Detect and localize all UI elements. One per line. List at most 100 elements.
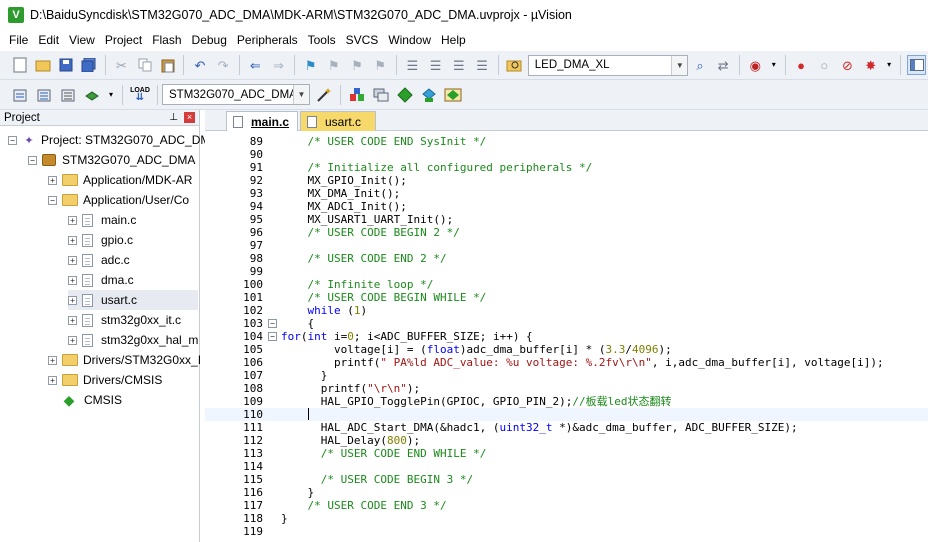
tree-file-main[interactable]: + main.c <box>68 210 136 230</box>
tab-main-c[interactable]: main.c <box>226 111 298 131</box>
tab-usart-c[interactable]: usart.c <box>300 111 376 131</box>
kill-breakpoints-icon[interactable]: ✸ <box>861 55 880 75</box>
debug-session-icon[interactable]: ◉ <box>746 55 765 75</box>
close-panel-icon[interactable]: × <box>184 112 195 123</box>
tree-cmsis-component[interactable]: ◆ CMSIS <box>62 390 122 410</box>
code-line[interactable]: 97 <box>205 239 928 252</box>
tree-project-root[interactable]: − ✦ Project: STM32G070_ADC_DM <box>8 130 210 150</box>
collapse-icon[interactable]: − <box>8 135 17 145</box>
code-line[interactable]: 94 MX_ADC1_Init(); <box>205 200 928 213</box>
code-line[interactable]: 116 } <box>205 486 928 499</box>
breakpoint-dropdown-icon[interactable]: ▾ <box>884 55 894 75</box>
chevron-down-icon[interactable]: ▼ <box>293 85 309 104</box>
code-line[interactable]: 109 HAL_GPIO_TogglePin(GPIOC, GPIO_PIN_2… <box>205 395 928 408</box>
build-icon[interactable] <box>34 85 54 105</box>
code-line[interactable]: 100 /* Infinite loop */ <box>205 278 928 291</box>
translate-icon[interactable] <box>10 85 30 105</box>
rebuild-icon[interactable] <box>58 85 78 105</box>
tree-file-usart[interactable]: + usart.c <box>68 290 198 310</box>
expand-icon[interactable]: + <box>68 295 77 305</box>
paste-icon[interactable] <box>158 55 177 75</box>
expand-icon[interactable]: + <box>68 215 77 225</box>
bookmark-icon[interactable]: ⚑ <box>301 55 320 75</box>
code-line[interactable]: 98 /* USER CODE END 2 */ <box>205 252 928 265</box>
pack-installer-icon[interactable] <box>419 85 439 105</box>
code-line[interactable]: 91 /* Initialize all configured peripher… <box>205 161 928 174</box>
disable-breakpoints-icon[interactable]: ⊘ <box>838 55 857 75</box>
code-line[interactable]: 114 <box>205 460 928 473</box>
code-line[interactable]: 93 MX_DMA_Init(); <box>205 187 928 200</box>
expand-icon[interactable]: + <box>68 235 77 245</box>
collapse-icon[interactable]: − <box>48 195 57 205</box>
navigate-forward-icon[interactable]: ⇒ <box>269 55 288 75</box>
insert-breakpoint-icon[interactable]: ● <box>792 55 811 75</box>
code-line[interactable]: 117 /* USER CODE END 3 */ <box>205 499 928 512</box>
replace-icon[interactable]: ⇄ <box>714 55 733 75</box>
code-line[interactable]: 111 HAL_ADC_Start_DMA(&hadc1, (uint32_t … <box>205 421 928 434</box>
tree-group-app-mdk[interactable]: + Application/MDK-AR <box>48 170 192 190</box>
code-line[interactable]: 118} <box>205 512 928 525</box>
target-options-wand-icon[interactable] <box>314 85 334 105</box>
expand-icon[interactable]: + <box>68 335 77 345</box>
expand-icon[interactable]: + <box>68 255 77 265</box>
save-icon[interactable] <box>56 55 75 75</box>
open-folder-icon[interactable] <box>33 55 52 75</box>
menu-svcs[interactable]: SVCS <box>341 30 384 51</box>
undo-icon[interactable]: ↶ <box>190 55 209 75</box>
batch-build-icon[interactable] <box>82 85 102 105</box>
tree-group-app-user[interactable]: − Application/User/Co <box>48 190 189 210</box>
fold-collapse-icon[interactable]: − <box>268 319 277 328</box>
target-combo[interactable]: LED_DMA_XL ▼ <box>527 54 689 76</box>
clear-bookmarks-icon[interactable]: ⚑ <box>371 55 390 75</box>
cut-icon[interactable]: ✂ <box>112 55 131 75</box>
unindent-icon[interactable]: ☰ <box>426 55 445 75</box>
uncomment-icon[interactable]: ☰ <box>472 55 491 75</box>
prev-bookmark-icon[interactable]: ⚑ <box>324 55 343 75</box>
file-extensions-icon[interactable] <box>371 85 391 105</box>
tree-file-dma[interactable]: + dma.c <box>68 270 134 290</box>
collapse-icon[interactable]: − <box>28 155 37 165</box>
navigate-back-icon[interactable]: ⇐ <box>246 55 265 75</box>
select-packs-icon[interactable] <box>395 85 415 105</box>
code-line[interactable]: 99 <box>205 265 928 278</box>
code-line[interactable]: 105 voltage[i] = (float)adc_dma_buffer[i… <box>205 343 928 356</box>
tree-group-drivers-hal[interactable]: + Drivers/STM32G0xx_I <box>48 350 201 370</box>
code-line[interactable]: 110 <box>205 408 928 421</box>
code-line[interactable]: 113 /* USER CODE END WHILE */ <box>205 447 928 460</box>
menu-help[interactable]: Help <box>436 30 471 51</box>
chevron-down-icon[interactable]: ▼ <box>671 55 688 75</box>
code-line[interactable]: 89 /* USER CODE END SysInit */ <box>205 135 928 148</box>
code-line[interactable]: 96 /* USER CODE BEGIN 2 */ <box>205 226 928 239</box>
code-line[interactable]: 101 /* USER CODE BEGIN WHILE */ <box>205 291 928 304</box>
fold-collapse-icon[interactable]: − <box>268 332 277 341</box>
code-line[interactable]: 115 /* USER CODE BEGIN 3 */ <box>205 473 928 486</box>
code-line[interactable]: 102 while (1) <box>205 304 928 317</box>
expand-icon[interactable]: + <box>68 275 77 285</box>
redo-icon[interactable]: ↷ <box>214 55 233 75</box>
menu-view[interactable]: View <box>64 30 100 51</box>
manage-components-icon[interactable] <box>347 85 367 105</box>
target-select[interactable]: STM32G070_ADC_DMA ▼ <box>162 84 310 105</box>
window-layout-icon[interactable] <box>906 55 927 75</box>
find-icon[interactable]: ⌕ <box>690 55 709 75</box>
menu-file[interactable]: File <box>4 30 33 51</box>
next-bookmark-icon[interactable]: ⚑ <box>347 55 366 75</box>
comment-icon[interactable]: ☰ <box>449 55 468 75</box>
copy-icon[interactable] <box>135 55 154 75</box>
code-line[interactable]: 92 MX_GPIO_Init(); <box>205 174 928 187</box>
menu-project[interactable]: Project <box>100 30 147 51</box>
tree-target[interactable]: − STM32G070_ADC_DMA <box>28 150 195 170</box>
tree-file-gpio[interactable]: + gpio.c <box>68 230 133 250</box>
expand-icon[interactable]: + <box>48 355 57 365</box>
menu-peripherals[interactable]: Peripherals <box>232 30 303 51</box>
code-line[interactable]: 95 MX_USART1_UART_Init(); <box>205 213 928 226</box>
code-line[interactable]: 104− for(int i=0; i<ADC_BUFFER_SIZE; i++)… <box>205 330 928 343</box>
load-download-icon[interactable]: LOAD ⇊ <box>129 85 151 105</box>
expand-icon[interactable]: + <box>48 175 57 185</box>
batch-dropdown-icon[interactable]: ▾ <box>106 85 116 105</box>
tree-file-adc[interactable]: + adc.c <box>68 250 130 270</box>
code-line[interactable]: 107 } <box>205 369 928 382</box>
code-line[interactable]: 112 HAL_Delay(800); <box>205 434 928 447</box>
menu-flash[interactable]: Flash <box>147 30 186 51</box>
find-in-files-icon[interactable] <box>505 55 524 75</box>
